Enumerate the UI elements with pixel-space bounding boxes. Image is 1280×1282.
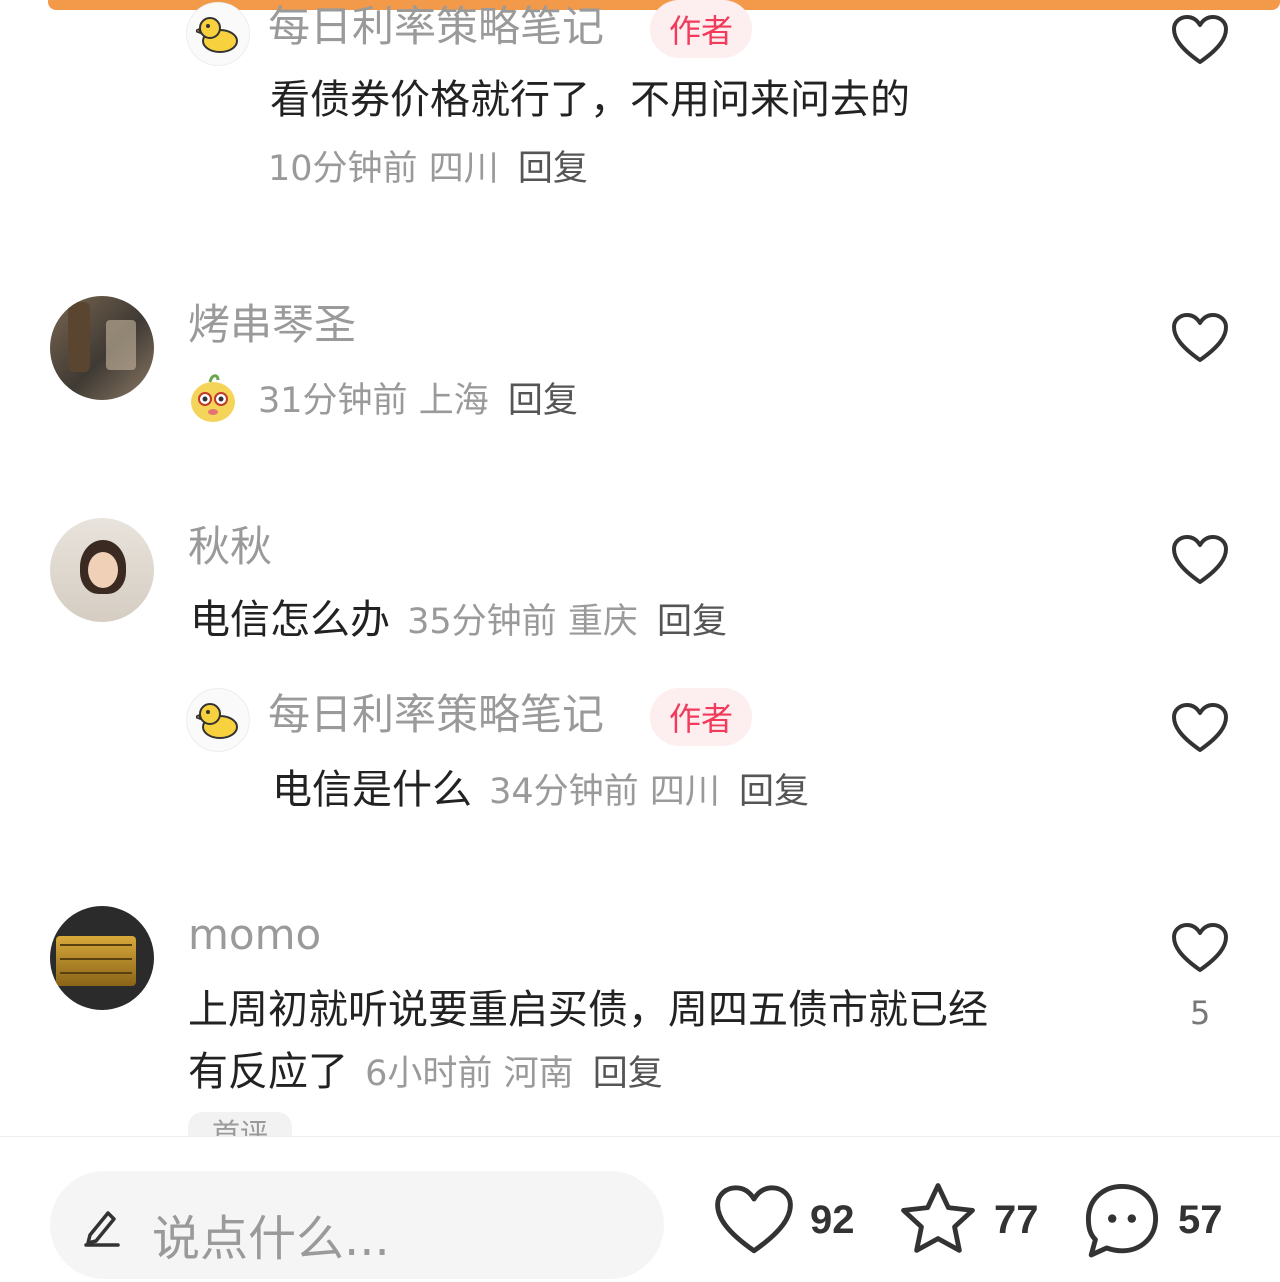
comment-text-line-2: 有反应了 <box>188 1049 348 1095</box>
author-tag: 作者 <box>650 688 752 746</box>
author-avatar[interactable] <box>186 688 250 752</box>
comment-time: 6小时前 <box>365 1054 493 1094</box>
comment-text-line-1: 上周初就听说要重启买债，周四五债市就已经 <box>188 987 988 1033</box>
comment-time: 34分钟前 <box>489 772 639 812</box>
like-count: 92 <box>810 1197 855 1242</box>
comment-location: 重庆 <box>567 602 638 642</box>
comment-stat[interactable]: 57 <box>1080 1175 1223 1265</box>
duck-icon <box>196 17 238 53</box>
heart-icon[interactable] <box>1170 922 1230 974</box>
reply-button[interactable]: 回复 <box>518 149 588 189</box>
heart-icon[interactable] <box>1170 702 1230 754</box>
comment-author-name[interactable]: 秋秋 <box>188 526 272 568</box>
comment-input[interactable]: 说点什么... <box>50 1171 664 1279</box>
comment-time: 10分钟前 <box>268 149 418 189</box>
comment-time: 31分钟前 <box>258 381 408 421</box>
heart-icon[interactable] <box>1170 312 1230 364</box>
comment-author-name[interactable]: 烤串琴圣 <box>188 304 356 346</box>
comment-time: 35分钟前 <box>407 602 557 642</box>
comment-count: 57 <box>1178 1197 1223 1242</box>
comment-author-name[interactable]: 每日利率策略笔记 <box>268 694 604 736</box>
star-icon <box>901 1183 975 1253</box>
comment-location: 河南 <box>503 1054 574 1094</box>
reply-button[interactable]: 回复 <box>593 1054 663 1094</box>
like-stat[interactable]: 92 <box>712 1175 855 1265</box>
bottom-bar: 说点什么... 92 77 57 <box>0 1136 1280 1282</box>
comment-body: 电信怎么办 35分钟前 重庆 回复 <box>190 600 727 640</box>
heart-icon[interactable] <box>1170 14 1230 66</box>
comment-body: 有反应了 6小时前 河南 回复 <box>188 1052 663 1092</box>
comment-location: 上海 <box>418 381 489 421</box>
pencil-icon <box>84 1211 120 1247</box>
favorite-stat[interactable]: 77 <box>896 1175 1039 1265</box>
reply-button[interactable]: 回复 <box>739 772 809 812</box>
emoji-sticker-icon <box>191 374 235 422</box>
comment-placeholder: 说点什么... <box>152 1211 390 1267</box>
heart-icon <box>715 1185 793 1254</box>
comment-author-name[interactable]: momo <box>188 914 321 956</box>
favorite-count: 77 <box>994 1197 1039 1242</box>
reply-button[interactable]: 回复 <box>657 602 727 642</box>
avatar[interactable] <box>50 518 154 622</box>
comment-meta: 31分钟前 上海 回复 <box>258 384 578 419</box>
comment-author-name[interactable]: 每日利率策略笔记 <box>268 6 604 48</box>
chat-bubble-icon <box>1085 1183 1159 1258</box>
comment-meta: 10分钟前 四川 回复 <box>268 152 588 187</box>
reply-button[interactable]: 回复 <box>508 381 578 421</box>
comment-text: 电信怎么办 <box>190 597 390 643</box>
comment-location: 四川 <box>428 149 499 189</box>
duck-icon <box>196 703 238 739</box>
comment-location: 四川 <box>649 772 720 812</box>
heart-icon[interactable] <box>1170 534 1230 586</box>
avatar[interactable] <box>50 906 154 1010</box>
comment-body: 电信是什么 34分钟前 四川 回复 <box>272 770 809 810</box>
author-tag: 作者 <box>650 0 752 58</box>
comment-text: 电信是什么 <box>272 767 472 813</box>
author-avatar[interactable] <box>186 2 250 66</box>
like-count: 5 <box>1190 994 1211 1032</box>
avatar[interactable] <box>50 296 154 400</box>
comment-text: 看债券价格就行了，不用问来问去的 <box>270 77 910 123</box>
